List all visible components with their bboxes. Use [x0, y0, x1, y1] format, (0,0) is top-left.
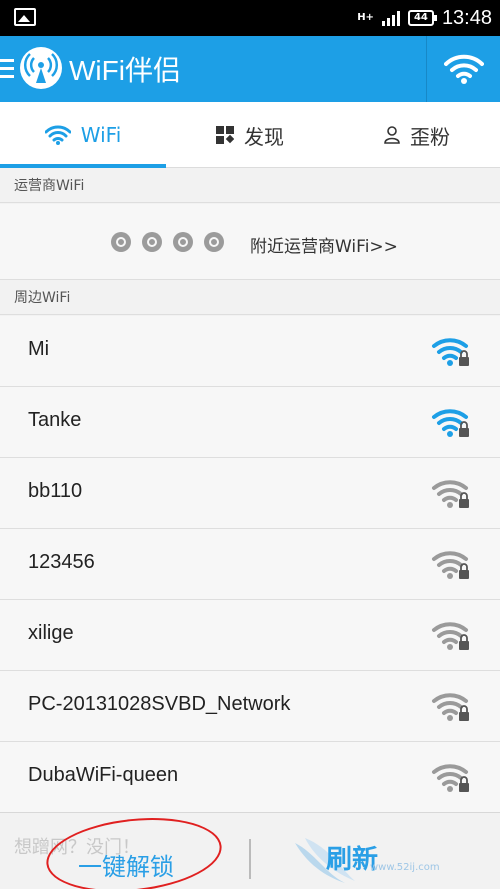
red-annotation-circle — [42, 809, 226, 889]
bottom-bar: 想蹭网？没门！ 一键解锁 刷新 — [0, 809, 500, 889]
gallery-notification-icon — [14, 8, 36, 26]
signal-strength-icon — [381, 10, 400, 26]
nearby-carrier-wifi-link[interactable]: 附近运营商WiFi>> — [250, 232, 398, 257]
cmcc-icon — [204, 232, 224, 252]
app-logo-icon — [20, 47, 62, 89]
bottom-divider — [249, 839, 251, 879]
status-bar: H+ 44 13:48 — [0, 0, 500, 36]
grid-icon — [216, 126, 234, 144]
wifi-ssid: bb110 — [28, 480, 83, 502]
tab-wifi[interactable]: WiFi — [0, 102, 166, 168]
locked-wifi-signal-icon — [431, 477, 471, 509]
wifi-network-row[interactable]: Tanke — [0, 387, 500, 458]
carrier-section-header: 运营商WiFi — [0, 169, 500, 203]
tab-wifi-label: WiFi — [80, 123, 122, 147]
watermark-url: www.52ij.com — [370, 862, 440, 873]
menu-icon[interactable] — [0, 59, 14, 79]
locked-wifi-signal-icon — [431, 548, 471, 580]
status-time: 13:48 — [441, 6, 492, 29]
person-icon — [384, 126, 400, 144]
wifi-network-row[interactable]: PC-20131028SVBD_Network — [0, 671, 500, 742]
network-type: H+ — [357, 12, 374, 23]
wifi-network-row[interactable]: 123456 — [0, 529, 500, 600]
app-bar: WiFi伴侣 — [0, 36, 500, 102]
china-unicom-icon — [173, 232, 193, 252]
tab-bar: WiFi 发现 歪粉 — [0, 102, 500, 168]
tab-discover[interactable]: 发现 — [166, 102, 334, 168]
app-title: WiFi伴侣 — [69, 55, 181, 86]
wifi-network-row[interactable]: bb110 — [0, 458, 500, 529]
wifi-ssid: DubaWiFi-queen — [28, 764, 179, 786]
tab-fans[interactable]: 歪粉 — [334, 102, 500, 168]
watermark-logo — [295, 838, 355, 883]
wifi-network-row[interactable]: DubaWiFi-queen — [0, 742, 500, 813]
active-tab-indicator — [0, 164, 166, 168]
locked-wifi-signal-icon — [431, 690, 471, 722]
wifi-network-row[interactable]: Mi — [0, 316, 500, 387]
wifi-icon — [443, 54, 484, 84]
locked-wifi-signal-icon — [431, 406, 471, 438]
wifi-network-row[interactable]: xilige — [0, 600, 500, 671]
wifi-ssid: Mi — [28, 338, 50, 360]
locked-wifi-signal-icon — [431, 619, 471, 651]
locked-wifi-signal-icon — [431, 761, 471, 793]
locked-wifi-signal-icon — [431, 335, 471, 367]
nearby-section-header: 周边WiFi — [0, 281, 500, 315]
tab-discover-label: 发现 — [244, 124, 284, 149]
china-mobile-icon — [111, 232, 131, 252]
carrier-wifi-row[interactable]: 附近运营商WiFi>> — [0, 204, 500, 280]
china-telecom-icon — [142, 232, 162, 252]
wifi-ssid: xilige — [28, 622, 74, 644]
battery-icon: 44 — [407, 10, 437, 26]
wifi-toggle-button[interactable] — [427, 36, 500, 102]
tab-fans-label: 歪粉 — [410, 124, 450, 149]
wifi-ssid: PC-20131028SVBD_Network — [28, 693, 291, 715]
wifi-ssid: Tanke — [28, 409, 82, 431]
wifi-ssid: 123456 — [28, 551, 95, 573]
wifi-icon — [44, 125, 71, 145]
wifi-list: Mi Tanke bb110 123456 xilige PC-20131028SVBD_… — [0, 316, 500, 813]
